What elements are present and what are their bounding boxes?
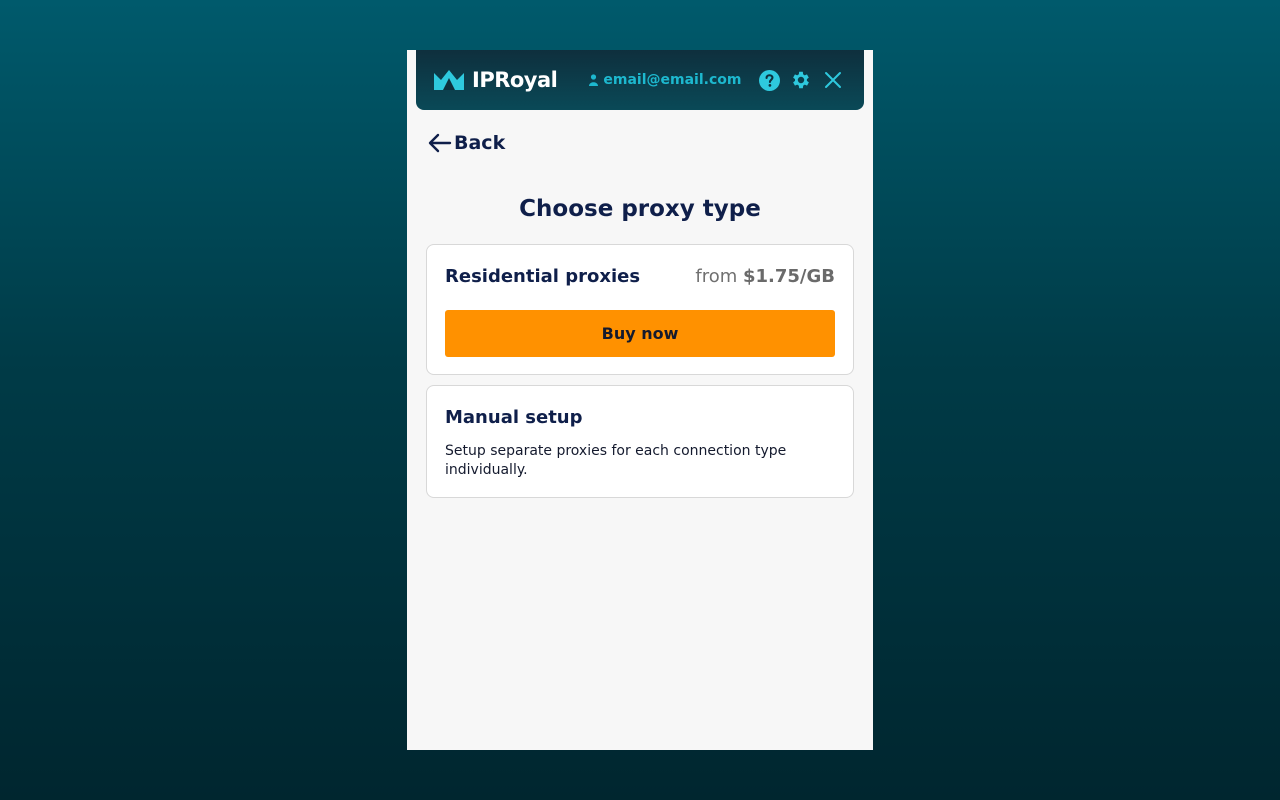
residential-price: from $1.75/GB xyxy=(695,266,835,287)
user-icon xyxy=(589,74,599,86)
arrow-left-icon xyxy=(428,133,452,153)
gear-icon xyxy=(793,71,809,89)
manual-setup-title: Manual setup xyxy=(445,407,583,428)
close-icon xyxy=(825,72,841,88)
header-actions xyxy=(758,69,844,91)
email-text: email@email.com xyxy=(603,72,742,88)
manual-setup-card[interactable]: Manual setup Setup separate proxies for … xyxy=(426,385,854,498)
account-email: email@email.com xyxy=(589,72,741,88)
brand-name: IPRoyal xyxy=(472,68,558,92)
brand-logo: IPRoyal xyxy=(434,68,558,92)
residential-proxies-card: Residential proxies from $1.75/GB Buy no… xyxy=(426,244,854,375)
help-icon xyxy=(758,69,780,91)
residential-card-header: Residential proxies from $1.75/GB xyxy=(445,266,835,287)
manual-setup-description: Setup separate proxies for each connecti… xyxy=(445,443,787,478)
help-button[interactable] xyxy=(758,69,780,91)
close-button[interactable] xyxy=(822,69,844,91)
residential-title: Residential proxies xyxy=(445,266,641,287)
header-bar: IPRoyal email@email.com xyxy=(416,50,864,110)
price-value: $1.75/GB xyxy=(742,266,835,287)
price-prefix: from xyxy=(695,266,743,287)
buy-now-button[interactable]: Buy now xyxy=(445,310,835,357)
settings-button[interactable] xyxy=(790,69,812,91)
page-title: Choose proxy type xyxy=(519,196,761,222)
back-label: Back xyxy=(454,132,506,154)
back-button[interactable]: Back xyxy=(428,132,505,154)
extension-popup: IPRoyal email@email.com Back Choose prox… xyxy=(407,50,873,750)
crown-logo-icon xyxy=(434,70,464,90)
